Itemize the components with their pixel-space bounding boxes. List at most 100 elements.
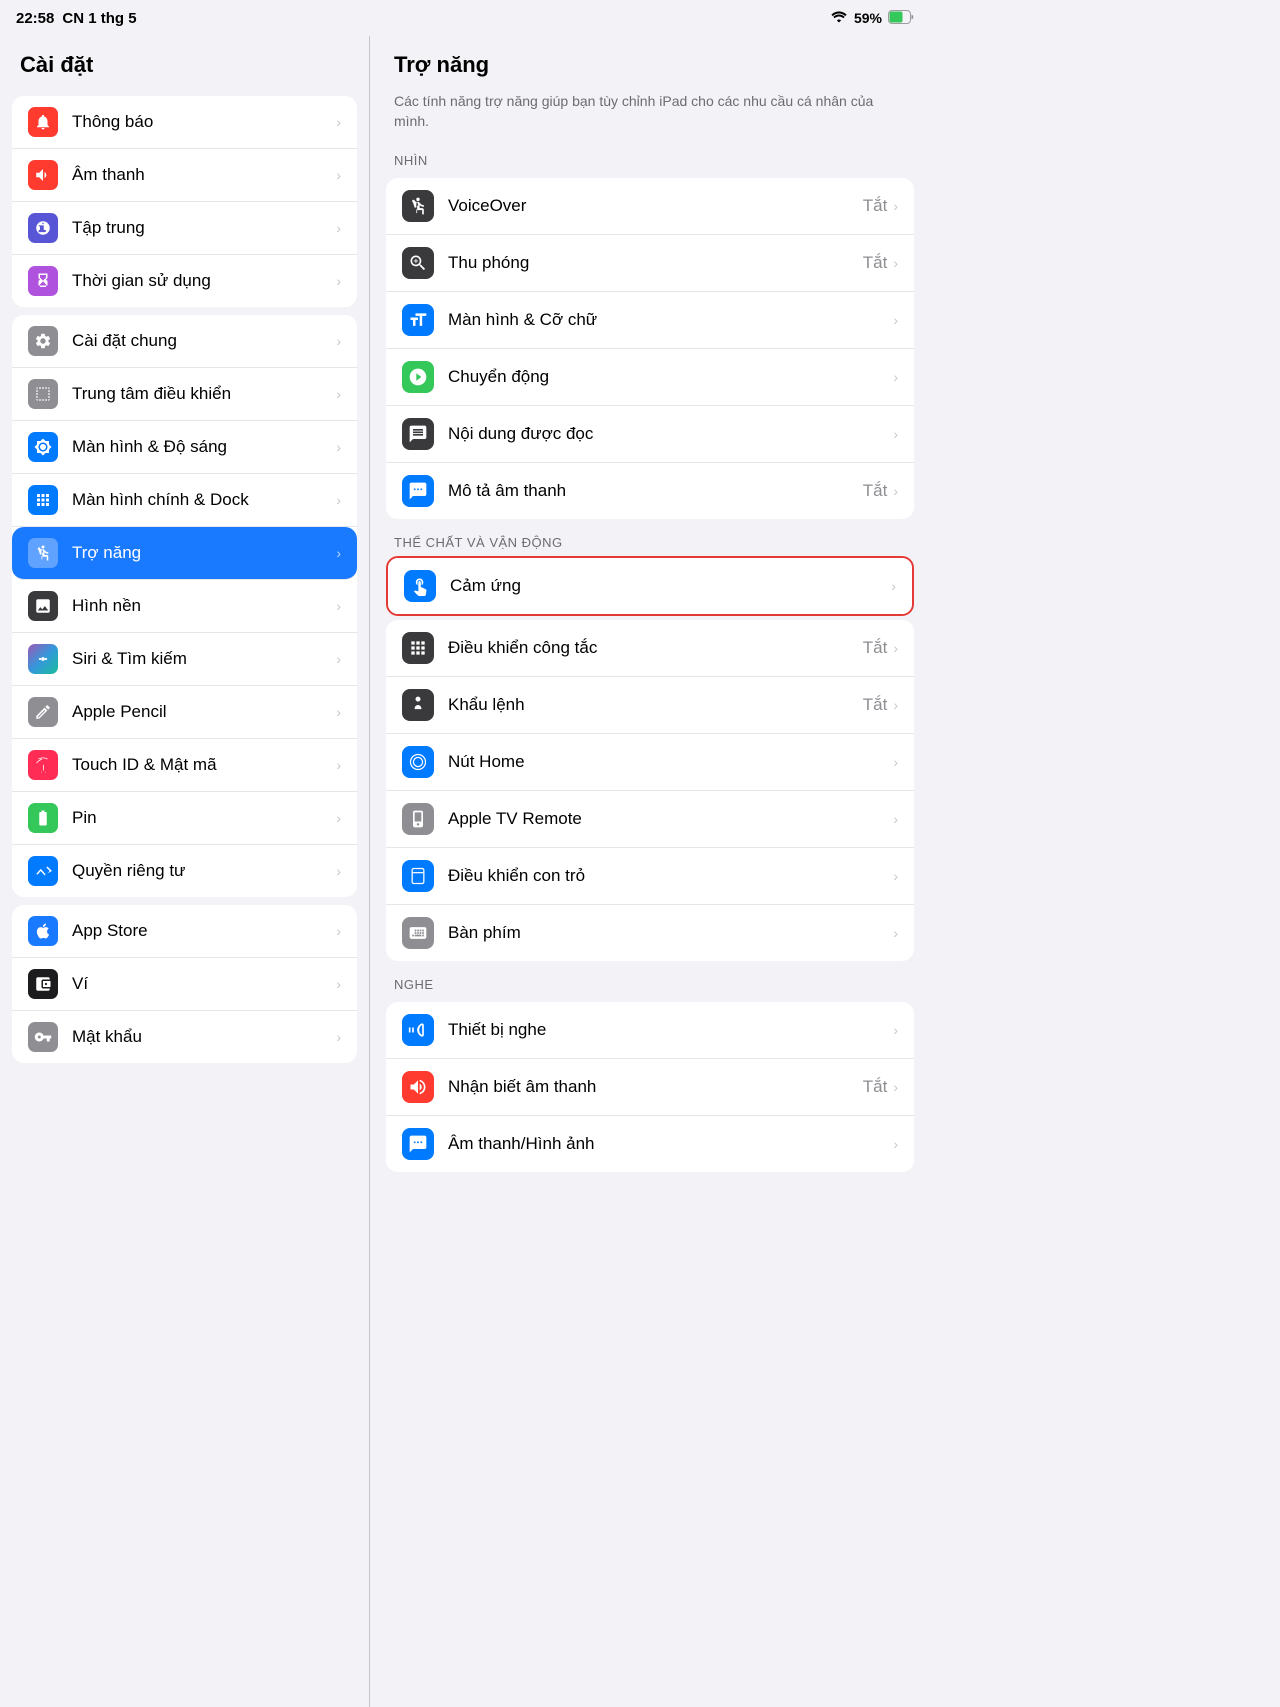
trung-tam-label: Trung tâm điều khiển	[72, 384, 336, 404]
noi-dung-doc-icon	[402, 418, 434, 450]
thiet-bi-nghe-label: Thiết bị nghe	[448, 1020, 887, 1040]
man-hinh-chinh-label: Màn hình chính & Dock	[72, 490, 336, 510]
cam-ung-icon	[404, 570, 436, 602]
chuyen-dong-label: Chuyển động	[448, 367, 887, 387]
sidebar-item-siri[interactable]: Siri & Tìm kiếm ›	[12, 633, 357, 686]
mo-ta-am-thanh-value: Tắt	[863, 481, 888, 501]
content-item-dieu-khien-cong-tac[interactable]: Điều khiển công tắc Tắt ›	[386, 620, 914, 677]
content-item-man-hinh-co-chu[interactable]: Màn hình & Cỡ chữ ›	[386, 292, 914, 349]
quyen-rieng-icon	[28, 856, 58, 886]
mat-khau-icon	[28, 1022, 58, 1052]
sidebar-item-tro-nang[interactable]: Trợ năng ›	[12, 527, 357, 580]
chevron-icon: ›	[336, 492, 341, 508]
chevron-icon: ›	[336, 810, 341, 826]
content-item-thu-phong[interactable]: Thu phóng Tắt ›	[386, 235, 914, 292]
content-item-chuyen-dong[interactable]: Chuyển động ›	[386, 349, 914, 406]
sidebar-item-mat-khau[interactable]: Mật khẩu ›	[12, 1011, 357, 1063]
voiceover-icon	[402, 190, 434, 222]
mo-ta-am-thanh-icon	[402, 475, 434, 507]
nut-home-label: Nút Home	[448, 752, 887, 772]
content-item-apple-tv-remote[interactable]: Apple TV Remote ›	[386, 791, 914, 848]
content-item-nut-home[interactable]: Nút Home ›	[386, 734, 914, 791]
content-item-cam-ung[interactable]: Cảm ứng ›	[388, 558, 912, 614]
section-label-nhin: NHÌN	[370, 145, 930, 174]
chevron-icon: ›	[336, 598, 341, 614]
sidebar-item-man-hinh-chinh[interactable]: Màn hình chính & Dock ›	[12, 474, 357, 527]
man-hinh-co-chu-icon	[402, 304, 434, 336]
sidebar-item-thong-bao[interactable]: Thông báo ›	[12, 96, 357, 149]
quyen-rieng-label: Quyền riêng tư	[72, 861, 336, 881]
thoi-gian-icon	[28, 266, 58, 296]
content-group-nghe: Thiết bị nghe › Nhận biết âm thanh Tắt ›…	[386, 1002, 914, 1172]
cai-dat-chung-icon	[28, 326, 58, 356]
hinh-nen-label: Hình nền	[72, 596, 336, 616]
content-group-the-chat: Điều khiển công tắc Tắt › Khẩu lệnh Tắt …	[386, 620, 914, 961]
content-item-ban-phim[interactable]: Bàn phím ›	[386, 905, 914, 961]
chevron-icon: ›	[893, 868, 898, 884]
sidebar-item-touch-id[interactable]: Touch ID & Mật mã ›	[12, 739, 357, 792]
voiceover-value: Tắt	[863, 196, 888, 216]
man-hinh-chinh-icon	[28, 485, 58, 515]
chevron-icon: ›	[893, 811, 898, 827]
sidebar-item-quyen-rieng[interactable]: Quyền riêng tư ›	[12, 845, 357, 897]
sidebar-item-cai-dat-chung[interactable]: Cài đặt chung ›	[12, 315, 357, 368]
thong-bao-label: Thông báo	[72, 112, 336, 132]
content-item-khau-lenh[interactable]: Khẩu lệnh Tắt ›	[386, 677, 914, 734]
chevron-icon: ›	[336, 651, 341, 667]
sidebar-item-vi[interactable]: Ví ›	[12, 958, 357, 1011]
chevron-icon: ›	[336, 757, 341, 773]
dieu-khien-cong-tac-value: Tắt	[863, 638, 888, 658]
sidebar-item-tap-trung[interactable]: Tập trung ›	[12, 202, 357, 255]
chevron-icon: ›	[336, 333, 341, 349]
sidebar-item-apple-pencil[interactable]: Apple Pencil ›	[12, 686, 357, 739]
battery-text: 59%	[854, 10, 882, 26]
chevron-icon: ›	[893, 1079, 898, 1095]
sidebar-item-hinh-nen[interactable]: Hình nền ›	[12, 580, 357, 633]
chevron-icon: ›	[336, 114, 341, 130]
cai-dat-chung-label: Cài đặt chung	[72, 331, 336, 351]
am-thanh-hinh-anh-icon	[402, 1128, 434, 1160]
voiceover-label: VoiceOver	[448, 196, 863, 216]
chevron-icon: ›	[336, 545, 341, 561]
content-item-thiet-bi-nghe[interactable]: Thiết bị nghe ›	[386, 1002, 914, 1059]
sidebar-item-trung-tam[interactable]: Trung tâm điều khiển ›	[12, 368, 357, 421]
sidebar-item-app-store[interactable]: App Store ›	[12, 905, 357, 958]
settings-group-3: App Store › Ví › Mật khẩu ›	[12, 905, 357, 1063]
content-title: Trợ năng	[370, 36, 930, 88]
content-panel: Trợ năng Các tính năng trợ năng giúp bạn…	[370, 36, 930, 1707]
vi-label: Ví	[72, 974, 336, 994]
man-hinh-co-chu-label: Màn hình & Cỡ chữ	[448, 310, 887, 330]
tap-trung-label: Tập trung	[72, 218, 336, 238]
settings-group-1: Thông báo › Âm thanh › Tập trung ›	[12, 96, 357, 307]
chevron-icon: ›	[893, 640, 898, 656]
pin-icon	[28, 803, 58, 833]
chevron-icon: ›	[893, 697, 898, 713]
chevron-icon: ›	[336, 976, 341, 992]
man-hinh-do-sang-label: Màn hình & Độ sáng	[72, 437, 336, 457]
noi-dung-doc-label: Nội dung được đọc	[448, 424, 887, 444]
tro-nang-icon	[28, 538, 58, 568]
content-item-dieu-khien-con-tro[interactable]: Điều khiển con trỏ ›	[386, 848, 914, 905]
sidebar-item-am-thanh[interactable]: Âm thanh ›	[12, 149, 357, 202]
content-item-noi-dung-doc[interactable]: Nội dung được đọc ›	[386, 406, 914, 463]
sidebar-item-man-hinh-do-sang[interactable]: Màn hình & Độ sáng ›	[12, 421, 357, 474]
sidebar-item-pin[interactable]: Pin ›	[12, 792, 357, 845]
chevron-icon: ›	[336, 923, 341, 939]
content-item-am-thanh-hinh-anh[interactable]: Âm thanh/Hình ảnh ›	[386, 1116, 914, 1172]
chevron-icon: ›	[336, 220, 341, 236]
section-label-nghe: NGHE	[370, 969, 930, 998]
chevron-icon: ›	[893, 198, 898, 214]
apple-tv-remote-icon	[402, 803, 434, 835]
chevron-icon: ›	[893, 925, 898, 941]
content-item-voiceover[interactable]: VoiceOver Tắt ›	[386, 178, 914, 235]
nhan-biet-am-thanh-value: Tắt	[863, 1077, 888, 1097]
apple-tv-remote-label: Apple TV Remote	[448, 809, 887, 829]
tro-nang-label: Trợ năng	[72, 543, 336, 563]
chevron-icon: ›	[893, 1136, 898, 1152]
khau-lenh-label: Khẩu lệnh	[448, 695, 863, 715]
hinh-nen-icon	[28, 591, 58, 621]
content-item-mo-ta-am-thanh[interactable]: Mô tả âm thanh Tắt ›	[386, 463, 914, 519]
content-item-nhan-biet-am-thanh[interactable]: Nhận biết âm thanh Tắt ›	[386, 1059, 914, 1116]
sidebar-item-thoi-gian[interactable]: Thời gian sử dụng ›	[12, 255, 357, 307]
pin-label: Pin	[72, 808, 336, 828]
